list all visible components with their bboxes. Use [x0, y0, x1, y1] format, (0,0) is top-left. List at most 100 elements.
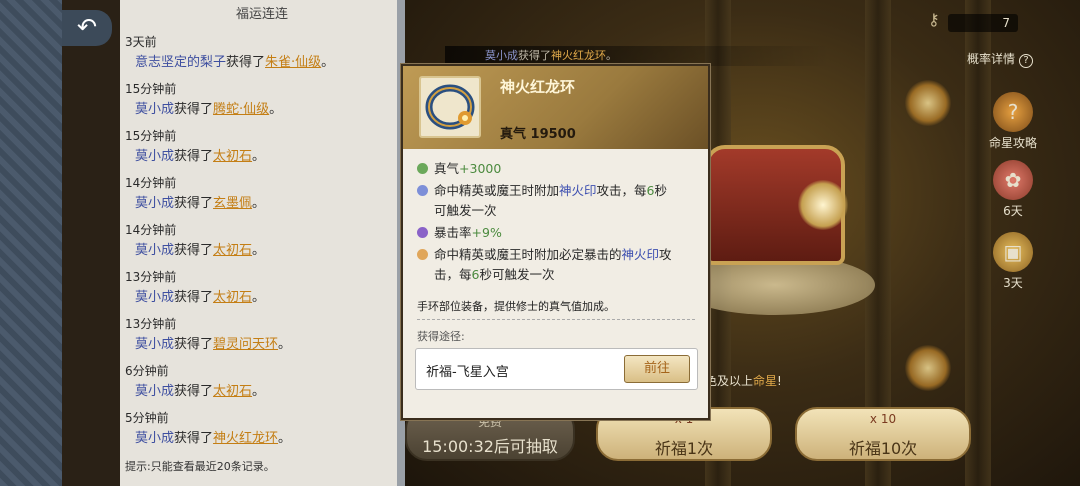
panel-border-pattern: [0, 0, 62, 486]
log-tip: 提示:只能查看最近20条记录。: [125, 460, 275, 473]
notice-player: 莫小成: [485, 49, 518, 62]
log-verb: 获得了: [174, 196, 214, 211]
attr-value: +9%: [471, 225, 502, 240]
list-item: 14分钟前 莫小成获得了太初石。: [125, 220, 400, 267]
fate-star-guide-label: 命星攻略: [988, 136, 1037, 150]
item-detail-popup: 神火红龙环 真气 19500 真气+3000 命中精英或魔王时附加神火印攻击，每…: [401, 64, 710, 420]
goto-button[interactable]: 前往: [624, 355, 690, 383]
log-verb: 获得了: [226, 55, 266, 70]
log-text: 莫小成获得了太初石。: [125, 240, 400, 262]
log-time: 14分钟前: [125, 223, 177, 237]
log-end: 。: [252, 196, 266, 211]
log-verb: 获得了: [174, 384, 214, 399]
log-player: 莫小成: [135, 337, 175, 352]
fortune-log-panel: ↶ 福运连连 3天前 意志坚定的梨子获得了朱雀·仙级。 15分钟前 莫小成获得了…: [0, 0, 405, 486]
list-item: 13分钟前 莫小成获得了太初石。: [125, 267, 400, 314]
gift-bag-button[interactable]: ✿ 6天: [985, 160, 1041, 219]
log-item-link[interactable]: 太初石: [213, 149, 252, 164]
divider: [417, 319, 695, 320]
notice-verb: 获得了: [518, 49, 551, 62]
log-item-link[interactable]: 太初石: [213, 243, 252, 258]
green-gem-icon: [417, 163, 428, 174]
log-text: 莫小成获得了碧灵问天环。: [125, 334, 400, 356]
list-item: 5分钟前 莫小成获得了神火红龙环。: [125, 408, 400, 455]
free-cooldown: 15:00:32后可抽取: [422, 437, 558, 456]
log-verb: 获得了: [174, 243, 214, 258]
source-label: 获得途径:: [417, 330, 465, 343]
attr-value: +3000: [459, 161, 502, 176]
log-item-link[interactable]: 太初石: [213, 290, 252, 305]
pray-ten-cost: x 10: [869, 412, 897, 426]
key-icon: ⚷: [928, 10, 940, 29]
attr-label: 暴击率: [434, 225, 472, 240]
log-end: 。: [252, 243, 266, 258]
log-text: 莫小成获得了太初石。: [125, 381, 400, 403]
attr-text: 攻: [659, 247, 672, 262]
attr-text: 命中精英或魔王时附加: [434, 183, 560, 198]
log-time: 15分钟前: [125, 82, 177, 96]
treasure-chest-icon: ▣: [993, 232, 1033, 272]
source-row: 祈福-飞星入宫 前往: [415, 348, 698, 390]
rate-hint-text: 色及以上: [705, 374, 754, 388]
log-player: 莫小成: [135, 102, 175, 117]
probability-details-button[interactable]: 概率详情?: [967, 50, 1034, 68]
log-text: 莫小成获得了腾蛇·仙级。: [125, 99, 400, 121]
log-text: 莫小成获得了玄墨佩。: [125, 193, 400, 215]
attr-text: 击，每6秒可触发一次: [417, 265, 702, 285]
attribute-row: 命中精英或魔王时附加神火印攻击，每6秒 可触发一次: [417, 181, 702, 221]
log-item-link[interactable]: 太初石: [213, 384, 252, 399]
log-player: 莫小成: [135, 149, 175, 164]
log-end: 。: [252, 149, 266, 164]
log-text: 莫小成获得了神火红龙环。: [125, 428, 400, 450]
item-name: 神火红龙环: [500, 78, 576, 96]
log-item-link[interactable]: 玄墨佩: [213, 196, 252, 211]
back-button[interactable]: ↶: [62, 10, 112, 46]
attr-text: 命中精英或魔王时附加必定暴击的: [434, 247, 622, 262]
log-player: 莫小成: [135, 384, 175, 399]
notice-end: 。: [606, 49, 617, 62]
notice-item: 神火红龙环: [551, 49, 606, 62]
attr-text: 秒可触发一次: [479, 267, 555, 282]
gift-bag-icon: ✿: [993, 160, 1033, 200]
log-time: 15分钟前: [125, 129, 177, 143]
log-list[interactable]: 3天前 意志坚定的梨子获得了朱雀·仙级。 15分钟前 莫小成获得了腾蛇·仙级。 …: [125, 32, 400, 455]
item-description: 手环部位装备，提供修士的真气值加成。: [417, 300, 615, 313]
attr-keyword: 神火印: [621, 247, 660, 262]
attribute-row: 真气+3000: [417, 159, 702, 179]
log-player: 莫小成: [135, 243, 175, 258]
log-player: 莫小成: [135, 290, 175, 305]
attr-number: 6: [646, 183, 655, 198]
pray-ten-button[interactable]: x 10 祈福10次: [795, 407, 971, 461]
log-item-link[interactable]: 腾蛇·仙级: [213, 102, 269, 117]
popup-header: 神火红龙环 真气 19500: [403, 66, 708, 149]
attr-text: 击，每: [434, 267, 472, 282]
broadcast-notice: 莫小成获得了神火红龙环。: [445, 46, 830, 66]
glowing-orb: [798, 180, 848, 230]
list-item: 14分钟前 莫小成获得了玄墨佩。: [125, 173, 400, 220]
fate-star-guide-button[interactable]: ? 命星攻略: [985, 92, 1041, 151]
log-time: 13分钟前: [125, 270, 177, 284]
log-item-link[interactable]: 碧灵问天环: [213, 337, 278, 352]
rate-hint-end: !: [777, 374, 782, 388]
pray-ten-label: 祈福10次: [848, 439, 918, 458]
log-time: 3天前: [125, 35, 157, 49]
gift-bag-timer: 6天: [1003, 204, 1023, 218]
log-time: 14分钟前: [125, 176, 177, 190]
log-verb: 获得了: [174, 290, 214, 305]
log-item-link[interactable]: 朱雀·仙级: [265, 55, 321, 70]
log-end: 。: [278, 337, 292, 352]
log-player: 莫小成: [135, 431, 175, 446]
rate-hint-gold: 命星: [753, 374, 778, 388]
attr-text: 秒: [654, 183, 668, 198]
floor-lamp: [905, 345, 951, 391]
list-item: 6分钟前 莫小成获得了太初石。: [125, 361, 400, 408]
orange-gem-icon: [417, 249, 428, 260]
probability-label: 概率详情: [967, 52, 1016, 66]
treasure-chest-button[interactable]: ▣ 3天: [985, 232, 1041, 291]
log-end: 。: [252, 384, 266, 399]
hanging-lamp: [905, 80, 951, 126]
list-item: 13分钟前 莫小成获得了碧灵问天环。: [125, 314, 400, 361]
log-end: 。: [321, 55, 335, 70]
log-item-link[interactable]: 神火红龙环: [213, 431, 278, 446]
list-item: 15分钟前 莫小成获得了腾蛇·仙级。: [125, 79, 400, 126]
